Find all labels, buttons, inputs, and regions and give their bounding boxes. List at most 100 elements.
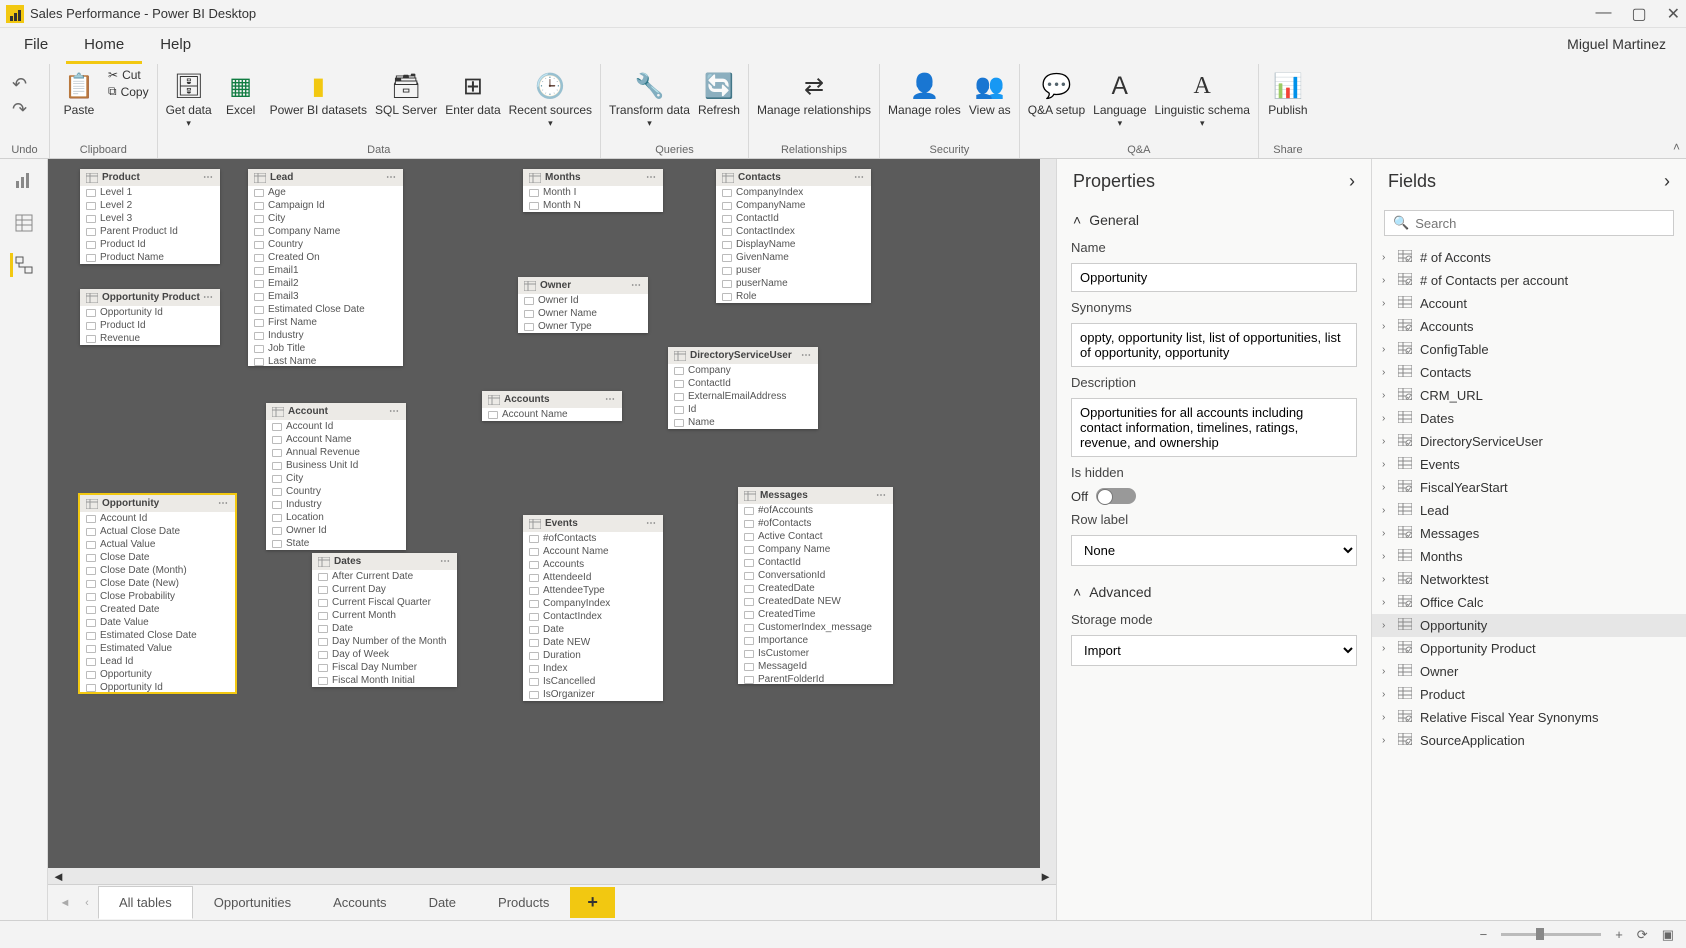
- fullscreen-icon[interactable]: ▣: [1662, 927, 1674, 943]
- table-column[interactable]: Revenue: [80, 332, 220, 345]
- schema-table-contacts[interactable]: Contacts⋯CompanyIndexCompanyNameContactI…: [716, 169, 871, 303]
- manage-roles-button[interactable]: 👤Manage roles: [888, 68, 961, 118]
- tab-opportunities[interactable]: Opportunities: [193, 886, 312, 919]
- more-icon[interactable]: ⋯: [386, 172, 397, 183]
- language-button[interactable]: ＡLanguage▾: [1093, 68, 1146, 128]
- table-column[interactable]: Level 2: [80, 199, 220, 212]
- more-icon[interactable]: ⋯: [440, 556, 451, 567]
- menu-file[interactable]: File: [6, 28, 66, 64]
- table-column[interactable]: Account Id: [80, 512, 235, 525]
- undo-button[interactable]: ↶: [12, 74, 27, 95]
- table-column[interactable]: #ofContacts: [523, 532, 663, 545]
- table-column[interactable]: Industry: [248, 329, 403, 342]
- table-column[interactable]: Country: [266, 485, 406, 498]
- table-column[interactable]: Product Id: [80, 238, 220, 251]
- table-column[interactable]: Opportunity Id: [80, 306, 220, 319]
- table-header[interactable]: Lead⋯: [248, 169, 403, 186]
- field-item-owner[interactable]: ›Owner: [1372, 660, 1686, 683]
- table-column[interactable]: Actual Value: [80, 538, 235, 551]
- hidden-toggle[interactable]: [1096, 488, 1136, 504]
- close-button[interactable]: ✕: [1667, 4, 1680, 24]
- table-column[interactable]: Created On: [248, 251, 403, 264]
- manage-relationships-button[interactable]: ⇄Manage relationships: [757, 68, 871, 118]
- table-column[interactable]: ContactId: [668, 377, 818, 390]
- qa-setup-button[interactable]: 💬Q&A setup: [1028, 68, 1085, 118]
- field-item-directoryserviceuser[interactable]: ›DirectoryServiceUser: [1372, 430, 1686, 453]
- table-column[interactable]: Owner Type: [518, 320, 648, 333]
- field-item-events[interactable]: ›Events: [1372, 453, 1686, 476]
- table-header[interactable]: Messages⋯: [738, 487, 893, 504]
- table-column[interactable]: CreatedDate NEW: [738, 595, 893, 608]
- more-icon[interactable]: ⋯: [203, 292, 214, 303]
- table-column[interactable]: IsOrganizer: [523, 688, 663, 701]
- properties-section-general[interactable]: ˄ General: [1057, 204, 1371, 236]
- schema-table-months[interactable]: Months⋯Month IMonth N: [523, 169, 663, 212]
- more-icon[interactable]: ⋯: [876, 490, 887, 501]
- table-column[interactable]: Email1: [248, 264, 403, 277]
- field-item-dates[interactable]: ›Dates: [1372, 407, 1686, 430]
- more-icon[interactable]: ⋯: [801, 350, 812, 361]
- schema-table-opportunity[interactable]: Opportunity⋯Account IdActual Close DateA…: [80, 495, 235, 692]
- tab-all-tables[interactable]: All tables: [98, 886, 193, 919]
- table-column[interactable]: Id: [668, 403, 818, 416]
- table-column[interactable]: Fiscal Day Number: [312, 661, 457, 674]
- field-item-configtable[interactable]: ›ConfigTable: [1372, 338, 1686, 361]
- table-column[interactable]: Date: [523, 623, 663, 636]
- field-item-product[interactable]: ›Product: [1372, 683, 1686, 706]
- table-header[interactable]: Dates⋯: [312, 553, 457, 570]
- field-item-office-calc[interactable]: ›Office Calc: [1372, 591, 1686, 614]
- field-item-months[interactable]: ›Months: [1372, 545, 1686, 568]
- table-header[interactable]: Account⋯: [266, 403, 406, 420]
- tab-nav-prev[interactable]: ‹: [76, 897, 98, 909]
- table-column[interactable]: State: [266, 537, 406, 550]
- fields-search[interactable]: 🔍: [1384, 210, 1674, 236]
- table-column[interactable]: Account Name: [266, 433, 406, 446]
- get-data-button[interactable]: 🗄Get data▾: [166, 68, 212, 128]
- table-column[interactable]: Role: [716, 290, 871, 303]
- table-column[interactable]: Date: [312, 622, 457, 635]
- table-column[interactable]: Accounts: [523, 558, 663, 571]
- publish-button[interactable]: 📊Publish: [1267, 68, 1309, 118]
- table-header[interactable]: Contacts⋯: [716, 169, 871, 186]
- table-column[interactable]: #ofContacts: [738, 517, 893, 530]
- user-name[interactable]: Miguel Martinez: [1553, 28, 1680, 64]
- field-item-lead[interactable]: ›Lead: [1372, 499, 1686, 522]
- schema-table-accounts[interactable]: Accounts⋯Account Name: [482, 391, 622, 421]
- table-column[interactable]: IsCustomer: [738, 647, 893, 660]
- tab-products[interactable]: Products: [477, 886, 570, 919]
- table-header[interactable]: Accounts⋯: [482, 391, 622, 408]
- table-column[interactable]: Close Date (New): [80, 577, 235, 590]
- description-input[interactable]: [1071, 398, 1357, 457]
- field-item-crm-url[interactable]: ›CRM_URL: [1372, 384, 1686, 407]
- table-column[interactable]: ContactId: [716, 212, 871, 225]
- table-column[interactable]: Job Title: [248, 342, 403, 355]
- minimize-button[interactable]: —: [1595, 4, 1611, 24]
- menu-home[interactable]: Home: [66, 28, 142, 64]
- fields-search-input[interactable]: [1415, 216, 1665, 231]
- name-input[interactable]: [1071, 263, 1357, 292]
- table-column[interactable]: CompanyName: [716, 199, 871, 212]
- table-column[interactable]: MessageId: [738, 660, 893, 673]
- horizontal-scrollbar[interactable]: ◄ ►: [48, 868, 1056, 884]
- model-view-icon[interactable]: [10, 253, 34, 277]
- table-column[interactable]: GivenName: [716, 251, 871, 264]
- sql-server-button[interactable]: 🗃SQL Server: [375, 68, 437, 118]
- redo-button[interactable]: ↷: [12, 99, 27, 120]
- table-column[interactable]: Active Contact: [738, 530, 893, 543]
- enter-data-button[interactable]: ⊞Enter data: [445, 68, 500, 118]
- tab-date[interactable]: Date: [408, 886, 477, 919]
- table-column[interactable]: First Name: [248, 316, 403, 329]
- recent-sources-button[interactable]: 🕒Recent sources▾: [509, 68, 592, 128]
- transform-data-button[interactable]: 🔧Transform data▾: [609, 68, 690, 128]
- table-column[interactable]: City: [266, 472, 406, 485]
- table-column[interactable]: Location: [266, 511, 406, 524]
- table-column[interactable]: Date NEW: [523, 636, 663, 649]
- data-view-icon[interactable]: [12, 211, 36, 235]
- more-icon[interactable]: ⋯: [646, 518, 657, 529]
- view-as-button[interactable]: 👥View as: [969, 68, 1011, 118]
- table-header[interactable]: Opportunity Product⋯: [80, 289, 220, 306]
- table-column[interactable]: Current Month: [312, 609, 457, 622]
- schema-table-directoryserviceuser[interactable]: DirectoryServiceUser⋯CompanyContactIdExt…: [668, 347, 818, 429]
- scroll-left-icon[interactable]: ◄: [52, 869, 65, 884]
- field-item--of-acconts[interactable]: ›# of Acconts: [1372, 246, 1686, 269]
